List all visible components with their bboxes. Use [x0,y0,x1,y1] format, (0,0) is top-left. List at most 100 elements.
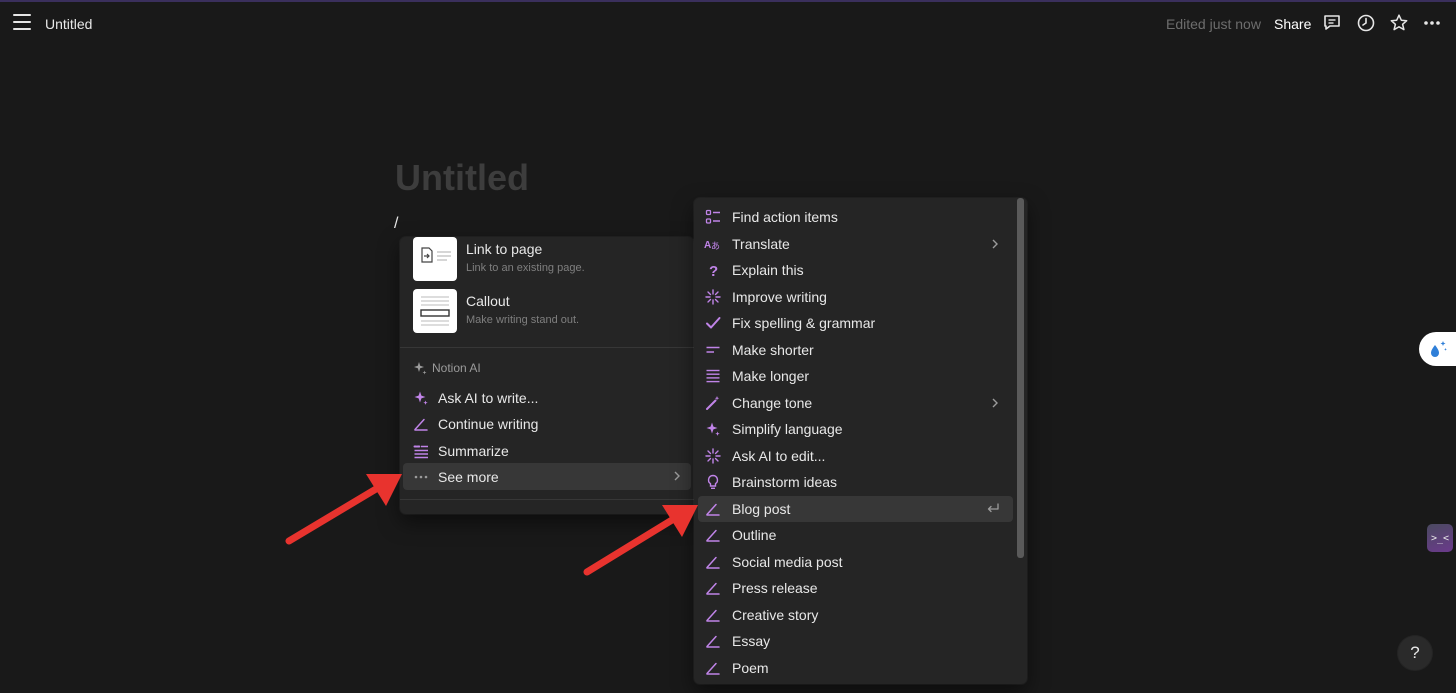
annotation-arrow [583,505,698,576]
ai-submenu-item-social-media-post[interactable]: Social media post [698,549,1013,575]
chevron-right-icon [990,236,1000,252]
ai-submenu-item-explain-this[interactable]: ? Explain this [698,257,1013,283]
block-item-callout[interactable]: Callout Make writing stand out. [400,289,694,337]
ai-submenu-item-fix-spelling-grammar[interactable]: Fix spelling & grammar [698,310,1013,336]
burst-icon [704,288,722,306]
ai-submenu-item-blog-post[interactable]: Blog post [698,496,1013,522]
more-icon[interactable] [1421,12,1443,34]
ai-item-label: Ask AI to write... [438,390,539,406]
notion-ai-section-header: Notion AI [413,361,481,375]
ai-submenu-label: Simplify language [732,421,843,437]
ai-item-summarize[interactable]: Summarize [403,437,691,464]
pen-icon [704,632,722,650]
block-item-name: Link to page [466,241,543,257]
ai-submenu-label: Brainstorm ideas [732,474,838,490]
star-icon[interactable] [1388,12,1410,34]
slash-command-text[interactable]: / [394,215,398,233]
ai-submenu-item-translate[interactable]: Aあ Translate [698,231,1013,257]
ai-item-label: See more [438,469,499,485]
pen-icon [704,553,722,571]
ai-item-label: Continue writing [438,416,539,432]
summarize-icon [412,442,430,460]
ai-submenu-item-creative-story[interactable]: Creative story [698,602,1013,628]
topbar: Untitled Edited just now Share [0,2,1456,46]
pen-icon [704,579,722,597]
ai-item-continue-writing[interactable]: Continue writing [403,410,691,437]
ai-submenu-item-change-tone[interactable]: Change tone [698,390,1013,416]
short-lines-icon [704,341,722,359]
breadcrumb-title[interactable]: Untitled [45,16,92,32]
translate-icon: Aあ [704,235,722,253]
submenu-scrollbar[interactable] [1017,198,1024,558]
pen-icon [412,415,430,433]
ai-submenu-label: Find action items [732,209,838,225]
pen-icon [704,526,722,544]
block-item-link-to-page[interactable]: Link to page Link to an existing page. [400,237,694,285]
ai-submenu-item-essay[interactable]: Essay [698,628,1013,654]
block-item-name: Callout [466,293,510,309]
menu-icon[interactable] [13,13,31,31]
slash-menu: Link to page Link to an existing page. C… [400,237,694,514]
divider [400,499,694,500]
ai-submenu-label: Creative story [732,607,819,623]
ai-submenu: Find action items Aあ Translate ? Explain… [694,198,1027,684]
callout-icon [413,289,457,333]
ai-submenu-label: Improve writing [732,289,827,305]
ai-submenu-label: Change tone [732,395,813,411]
question-icon: ? [704,261,722,279]
extension-face-button[interactable]: >_< [1427,524,1453,552]
enter-key-icon [985,501,1001,517]
ai-submenu-item-poem[interactable]: Poem [698,655,1013,681]
share-button[interactable]: Share [1274,16,1311,32]
ai-submenu-label: Explain this [732,262,804,278]
ai-submenu-label: Translate [732,236,790,252]
sparkle-icon [704,420,722,438]
ai-submenu-label: Outline [732,527,777,543]
ai-item-ask-ai-to-write[interactable]: Ask AI to write... [403,384,691,411]
ai-submenu-label: Make longer [732,368,810,384]
ai-submenu-item-outline[interactable]: Outline [698,522,1013,548]
droplet-sparkle-icon [1430,341,1447,357]
section-title: Notion AI [432,361,481,375]
ai-submenu-item-make-shorter[interactable]: Make shorter [698,337,1013,363]
wand-icon [704,394,722,412]
svg-text:?: ? [709,263,718,278]
annotation-arrow [285,474,402,545]
sparkle-icon [412,389,430,407]
ai-submenu-label: Essay [732,633,771,649]
long-lines-icon [704,367,722,385]
ai-submenu-label: Social media post [732,554,843,570]
ai-item-label: Summarize [438,443,509,459]
ai-assistant-widget[interactable] [1419,332,1456,366]
ai-submenu-label: Blog post [732,501,791,517]
svg-text:あ: あ [711,241,720,252]
pen-icon [704,659,722,677]
ai-submenu-item-ask-ai-to-edit[interactable]: Ask AI to edit... [698,443,1013,469]
checklist-icon [704,208,722,226]
block-item-description: Link to an existing page. [466,262,585,274]
clock-icon[interactable] [1355,12,1377,34]
ai-submenu-label: Fix spelling & grammar [732,315,876,331]
ai-submenu-item-improve-writing[interactable]: Improve writing [698,284,1013,310]
page-title[interactable]: Untitled [395,157,529,199]
link-page-icon [413,237,457,281]
ai-submenu-item-brainstorm-ideas[interactable]: Brainstorm ideas [698,469,1013,495]
help-button[interactable]: ? [1398,636,1432,670]
ai-submenu-label: Press release [732,580,818,596]
ai-submenu-label: Make shorter [732,342,814,358]
ai-submenu-item-simplify-language[interactable]: Simplify language [698,416,1013,442]
divider [400,347,694,348]
ai-submenu-item-press-release[interactable]: Press release [698,575,1013,601]
pen-icon [704,606,722,624]
edited-status: Edited just now [1166,16,1261,32]
ai-item-see-more[interactable]: See more [403,463,691,490]
ai-submenu-item-make-longer[interactable]: Make longer [698,363,1013,389]
burst-icon [704,447,722,465]
dots-icon [412,468,430,486]
ai-submenu-item-find-action-items[interactable]: Find action items [698,204,1013,230]
chevron-right-icon [672,468,682,484]
bulb-icon [704,473,722,491]
chevron-right-icon [990,395,1000,411]
pen-icon [704,500,722,518]
comment-icon[interactable] [1321,12,1343,34]
